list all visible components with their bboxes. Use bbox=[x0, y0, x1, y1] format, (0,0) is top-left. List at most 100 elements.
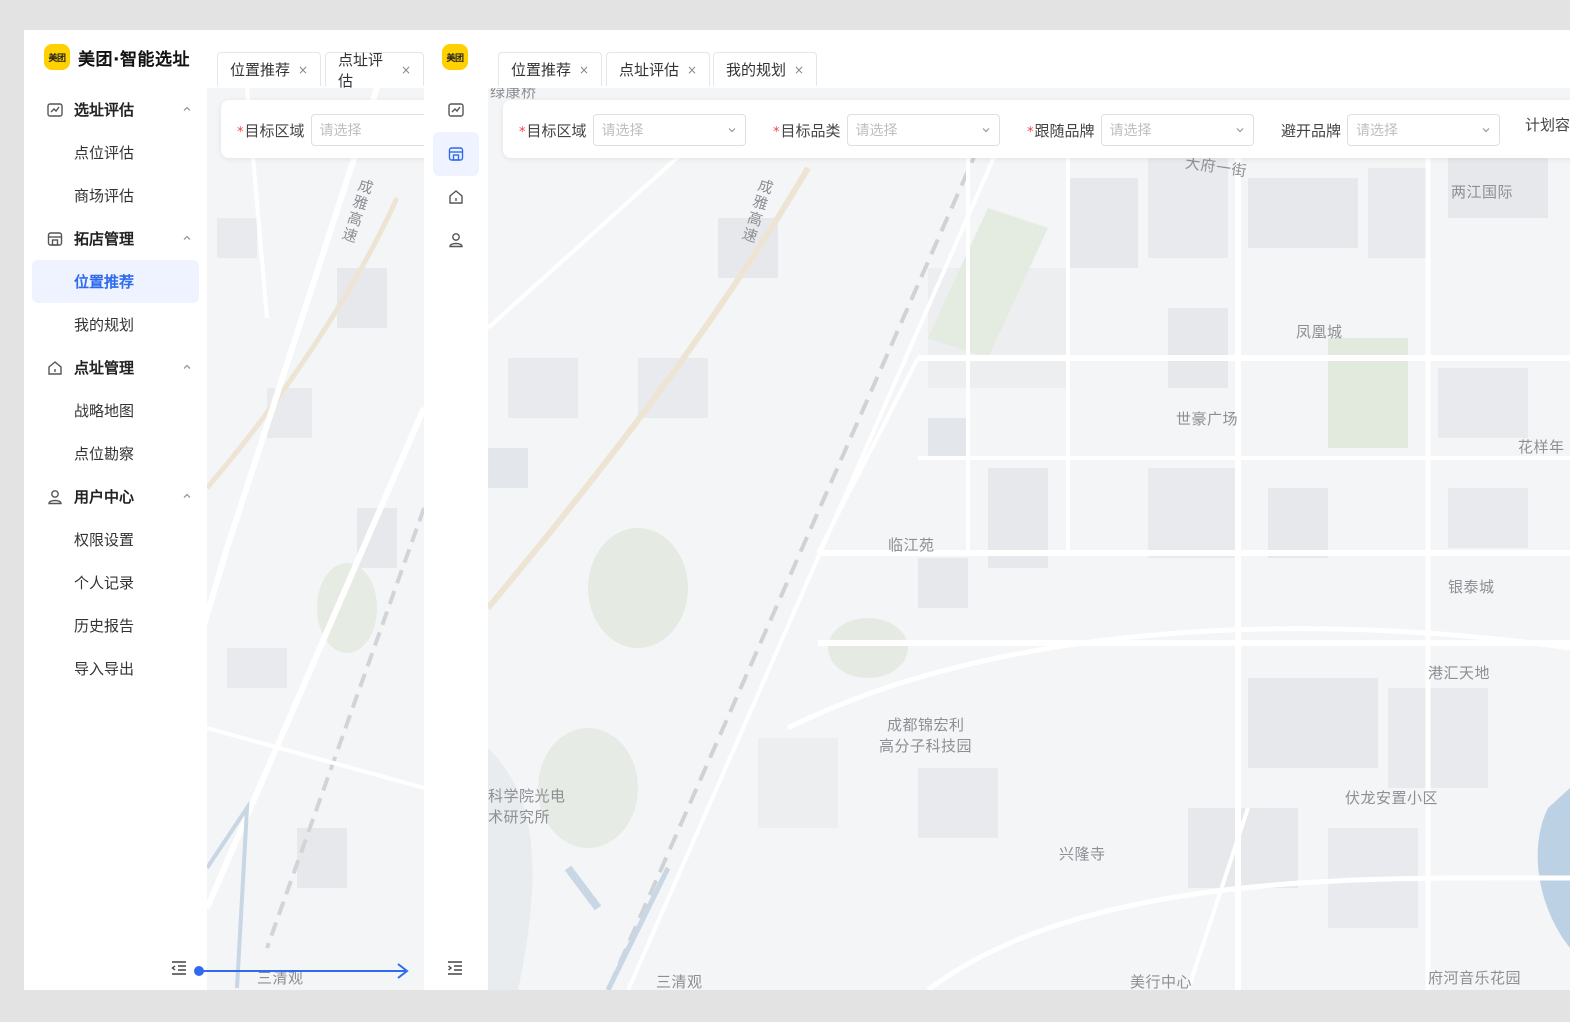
chevron-down-icon bbox=[728, 128, 735, 133]
chevron-up-icon bbox=[183, 106, 191, 111]
field-label: *目标品类 bbox=[773, 121, 841, 140]
menu-group-label: 选址评估 bbox=[74, 101, 135, 119]
sidebar-item-my-plans[interactable]: 我的规划 bbox=[32, 303, 199, 346]
target-category-field: *目标品类 请选择 bbox=[773, 114, 1000, 146]
required-mark: * bbox=[1027, 124, 1034, 140]
field-label: 计划容 bbox=[1525, 116, 1570, 134]
follow-brand-select[interactable]: 请选择 bbox=[1100, 114, 1254, 146]
field-label: *目标区域 bbox=[237, 121, 305, 140]
map-label: 临江苑 bbox=[888, 536, 935, 554]
menu-group-label: 拓店管理 bbox=[74, 230, 135, 248]
sidebar-item-mall-evaluation[interactable]: 商场评估 bbox=[32, 174, 199, 217]
map-label: 美行中心 bbox=[1130, 973, 1193, 990]
brand-logo-badge[interactable]: 美团 bbox=[442, 44, 468, 70]
tab-bar: 位置推荐 × 点址评估 × bbox=[207, 30, 424, 90]
map-view-left[interactable]: 成雅高速 三清观 bbox=[207, 88, 424, 990]
chevron-down-icon bbox=[1482, 128, 1490, 133]
chevron-up-icon bbox=[183, 364, 191, 369]
close-icon[interactable]: × bbox=[794, 63, 804, 77]
sidebar-item-personal-records[interactable]: 个人记录 bbox=[32, 561, 199, 604]
brand-logo-badge: 美团 bbox=[44, 44, 70, 70]
sidebar-item-strategy-map[interactable]: 战略地图 bbox=[32, 389, 199, 432]
store-icon bbox=[46, 230, 64, 248]
menu-group-label: 用户中心 bbox=[74, 488, 135, 506]
chevron-up-icon bbox=[183, 493, 191, 498]
expand-sidebar-icon[interactable] bbox=[446, 959, 464, 977]
map-label: 世豪广场 bbox=[1176, 410, 1239, 428]
sidebar-item-permissions[interactable]: 权限设置 bbox=[32, 518, 199, 561]
filter-panel: *目标区域 请选择 *目标品类 请选择 *跟随品牌 请选择 避开品牌 请选择 计… bbox=[503, 100, 1570, 158]
map-label: 高分子科技园 bbox=[879, 737, 973, 755]
map-label: 凤凰城 bbox=[1296, 323, 1343, 341]
required-mark: * bbox=[519, 124, 526, 140]
field-label: *跟随品牌 bbox=[1027, 121, 1095, 140]
tab-label: 位置推荐 bbox=[230, 61, 291, 79]
rail-item-expansion-management[interactable] bbox=[433, 132, 479, 176]
tab-my-plans[interactable]: 我的规划 × bbox=[713, 52, 818, 86]
tab-location-recommendation[interactable]: 位置推荐 × bbox=[498, 52, 603, 86]
map-label: 两江国际 bbox=[1451, 183, 1514, 201]
collapsed-sidebar: 美团 bbox=[424, 30, 488, 990]
target-area-field: *目标区域 请选择 bbox=[237, 114, 424, 146]
brand-logo[interactable]: 美团 美团·智能选址 bbox=[44, 44, 190, 70]
avoid-brand-field: 避开品牌 请选择 bbox=[1281, 114, 1501, 146]
tab-site-evaluation[interactable]: 点址评估 × bbox=[606, 52, 711, 86]
target-category-select[interactable]: 请选择 bbox=[846, 114, 1000, 146]
map-label: 术研究所 bbox=[488, 808, 551, 826]
menu-group-site-management[interactable]: 点址管理 bbox=[24, 346, 207, 389]
menu-group-site-evaluation[interactable]: 选址评估 bbox=[24, 88, 207, 131]
menu-group-user-center[interactable]: 用户中心 bbox=[24, 475, 207, 518]
target-area-select[interactable]: 请选择 bbox=[592, 114, 746, 146]
tab-label: 点址评估 bbox=[338, 50, 384, 90]
sidebar-item-point-evaluation[interactable]: 点位评估 bbox=[32, 131, 199, 174]
required-mark: * bbox=[773, 124, 780, 140]
chart-icon bbox=[448, 103, 464, 117]
tab-label: 位置推荐 bbox=[511, 61, 572, 79]
map-label: 伏龙安置小区 bbox=[1345, 789, 1439, 807]
sidebar-item-history-reports[interactable]: 历史报告 bbox=[32, 604, 199, 647]
brand-title: 美团·智能选址 bbox=[78, 49, 190, 70]
home-icon bbox=[46, 359, 64, 377]
map-label: 府河音乐花园 bbox=[1428, 969, 1522, 987]
plan-capacity-field: 计划容 bbox=[1525, 114, 1570, 135]
sidebar-item-site-survey[interactable]: 点位勘察 bbox=[32, 432, 199, 475]
store-icon bbox=[448, 147, 464, 161]
chevron-down-icon bbox=[982, 128, 989, 133]
collapse-sidebar-icon[interactable] bbox=[170, 959, 188, 977]
follow-brand-field: *跟随品牌 请选择 bbox=[1027, 114, 1254, 146]
tab-site-evaluation[interactable]: 点址评估 × bbox=[325, 51, 424, 90]
close-icon[interactable]: × bbox=[687, 63, 697, 77]
rail-item-user-center[interactable] bbox=[433, 218, 479, 262]
rail-item-site-evaluation[interactable] bbox=[433, 88, 479, 132]
sidebar: 美团 美团·智能选址 选址评估 点位评估 商场评估 拓店管理 位置推荐 我的规划… bbox=[24, 30, 207, 990]
select-placeholder: 请选择 bbox=[601, 123, 644, 139]
transition-arrow-icon bbox=[194, 963, 409, 979]
map-label: 花样年 bbox=[1518, 438, 1565, 456]
chevron-down-icon bbox=[1236, 128, 1243, 133]
chevron-up-icon bbox=[183, 235, 191, 240]
map-label: 科学院光电 bbox=[488, 787, 566, 805]
required-mark: * bbox=[237, 124, 244, 140]
map-label: 港汇天地 bbox=[1428, 664, 1491, 682]
target-area-select[interactable]: 请选择 bbox=[310, 114, 424, 146]
user-icon bbox=[46, 488, 64, 506]
avoid-brand-select[interactable]: 请选择 bbox=[1347, 114, 1501, 146]
close-icon[interactable]: × bbox=[579, 63, 589, 77]
tab-label: 点址评估 bbox=[619, 61, 680, 79]
close-icon[interactable]: × bbox=[298, 63, 308, 77]
map-view-right[interactable]: 绿康桥 大府一街 两江国际 凤凰城 世豪广场 花样年 临江苑 银泰城 港汇天地 … bbox=[488, 88, 1570, 990]
map-label: 银泰城 bbox=[1448, 578, 1495, 596]
select-placeholder: 请选择 bbox=[1109, 123, 1152, 139]
user-icon bbox=[449, 233, 463, 248]
sidebar-item-location-recommendation[interactable]: 位置推荐 bbox=[32, 260, 199, 303]
select-placeholder: 请选择 bbox=[319, 123, 362, 139]
filter-panel: *目标区域 请选择 bbox=[221, 100, 424, 158]
menu-group-expansion-management[interactable]: 拓店管理 bbox=[24, 217, 207, 260]
select-placeholder: 请选择 bbox=[855, 123, 898, 139]
collapsed-app-window: 绿康桥 大府一街 两江国际 凤凰城 世豪广场 花样年 临江苑 银泰城 港汇天地 … bbox=[424, 30, 1570, 990]
home-icon bbox=[449, 190, 463, 204]
tab-location-recommendation[interactable]: 位置推荐 × bbox=[217, 52, 322, 86]
sidebar-item-import-export[interactable]: 导入导出 bbox=[32, 647, 199, 690]
rail-item-site-management[interactable] bbox=[433, 175, 479, 219]
close-icon[interactable]: × bbox=[401, 63, 411, 77]
